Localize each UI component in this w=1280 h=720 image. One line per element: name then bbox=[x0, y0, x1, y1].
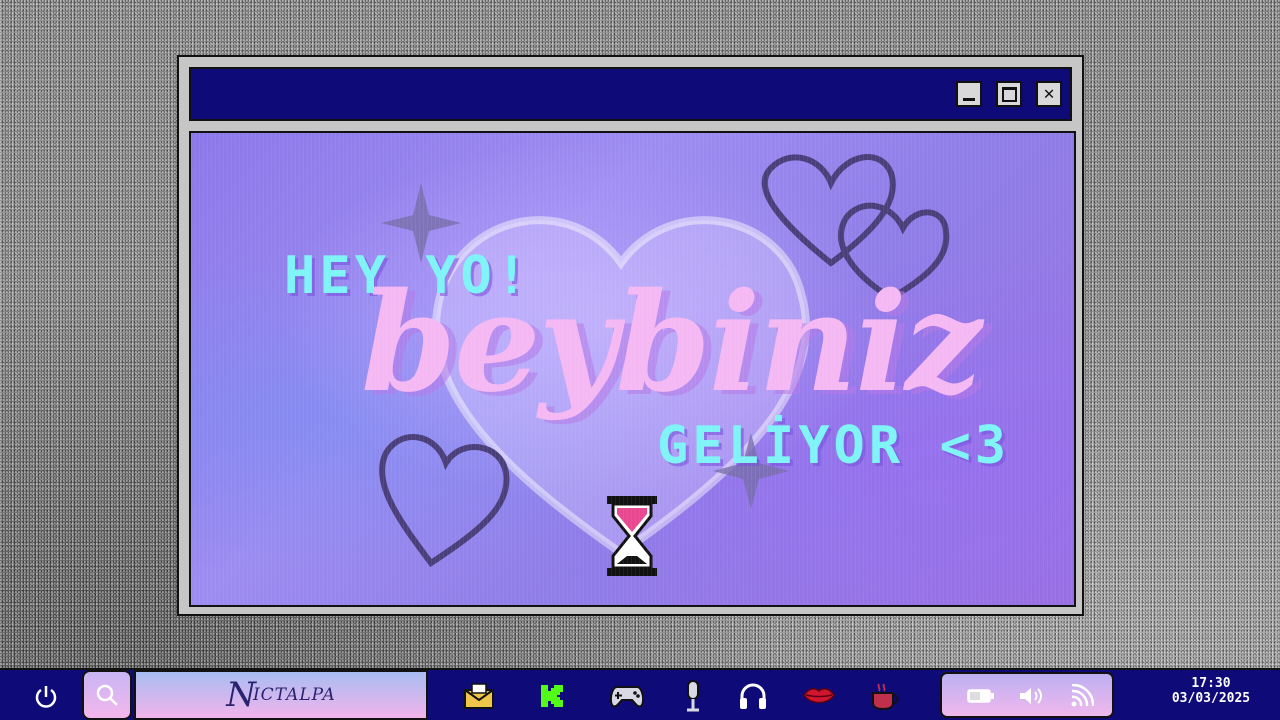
taskbar: N ICTALPA 17:30 03/03/2025 bbox=[0, 668, 1280, 720]
power-icon bbox=[35, 686, 57, 708]
sparkle-icon bbox=[713, 433, 789, 509]
hourglass-icon bbox=[607, 496, 657, 576]
lips-icon bbox=[803, 688, 835, 704]
window-titlebar[interactable]: ✕ bbox=[189, 67, 1072, 121]
battery-indicator[interactable] bbox=[966, 682, 996, 710]
search-icon bbox=[96, 684, 118, 706]
outline-heart-icon bbox=[838, 202, 950, 302]
brand-signature: N ICTALPA bbox=[134, 670, 428, 720]
battery-icon bbox=[967, 689, 994, 703]
mail-icon bbox=[464, 683, 494, 709]
power-button[interactable] bbox=[30, 681, 62, 713]
headline-coming: GELİYOR <3 bbox=[657, 416, 1011, 476]
minimize-icon bbox=[963, 97, 975, 101]
headphones-icon bbox=[740, 683, 766, 709]
headline-hey: HEY YO! bbox=[284, 246, 532, 306]
taskbar-app-mail[interactable] bbox=[461, 679, 497, 713]
outline-heart-icon bbox=[379, 434, 510, 568]
taskbar-app-lips[interactable] bbox=[801, 679, 837, 713]
volume-control[interactable] bbox=[1016, 682, 1046, 710]
system-clock[interactable]: 17:30 03/03/2025 bbox=[1150, 676, 1272, 706]
system-tray bbox=[940, 672, 1114, 718]
clock-date: 03/03/2025 bbox=[1171, 691, 1251, 706]
maximize-button[interactable] bbox=[996, 81, 1022, 107]
taskbar-app-coffee[interactable] bbox=[868, 679, 904, 713]
window-content: HEY YO! beybiniz GELİYOR <3 bbox=[189, 131, 1076, 607]
search-button[interactable] bbox=[82, 670, 132, 720]
taskbar-app-headphones[interactable] bbox=[735, 679, 771, 713]
volume-icon bbox=[1020, 688, 1042, 704]
decorations bbox=[379, 154, 950, 568]
brand-rest: ICTALPA bbox=[252, 685, 336, 705]
coffee-icon bbox=[872, 683, 899, 711]
close-button[interactable]: ✕ bbox=[1036, 81, 1062, 107]
outline-heart-icon bbox=[761, 154, 896, 267]
minimize-button[interactable] bbox=[956, 81, 982, 107]
microphone-icon bbox=[687, 680, 699, 712]
kick-icon bbox=[541, 685, 563, 707]
gamepad-icon bbox=[609, 686, 645, 708]
clock-time: 17:30 bbox=[1191, 676, 1231, 691]
taskbar-app-gamepad[interactable] bbox=[609, 679, 645, 713]
maximize-icon bbox=[1001, 86, 1017, 102]
app-window: ✕ HEY YO! beybiniz GELİYOR <3 bbox=[177, 55, 1084, 616]
sparkle-icon bbox=[381, 183, 461, 263]
taskbar-app-kick[interactable] bbox=[534, 679, 570, 713]
glass-heart-icon bbox=[432, 216, 810, 558]
wifi-icon bbox=[1071, 684, 1094, 707]
taskbar-app-microphone[interactable] bbox=[675, 679, 711, 713]
wifi-indicator[interactable] bbox=[1066, 682, 1096, 710]
close-icon: ✕ bbox=[1043, 83, 1055, 104]
headline-main: beybiniz bbox=[361, 263, 982, 423]
